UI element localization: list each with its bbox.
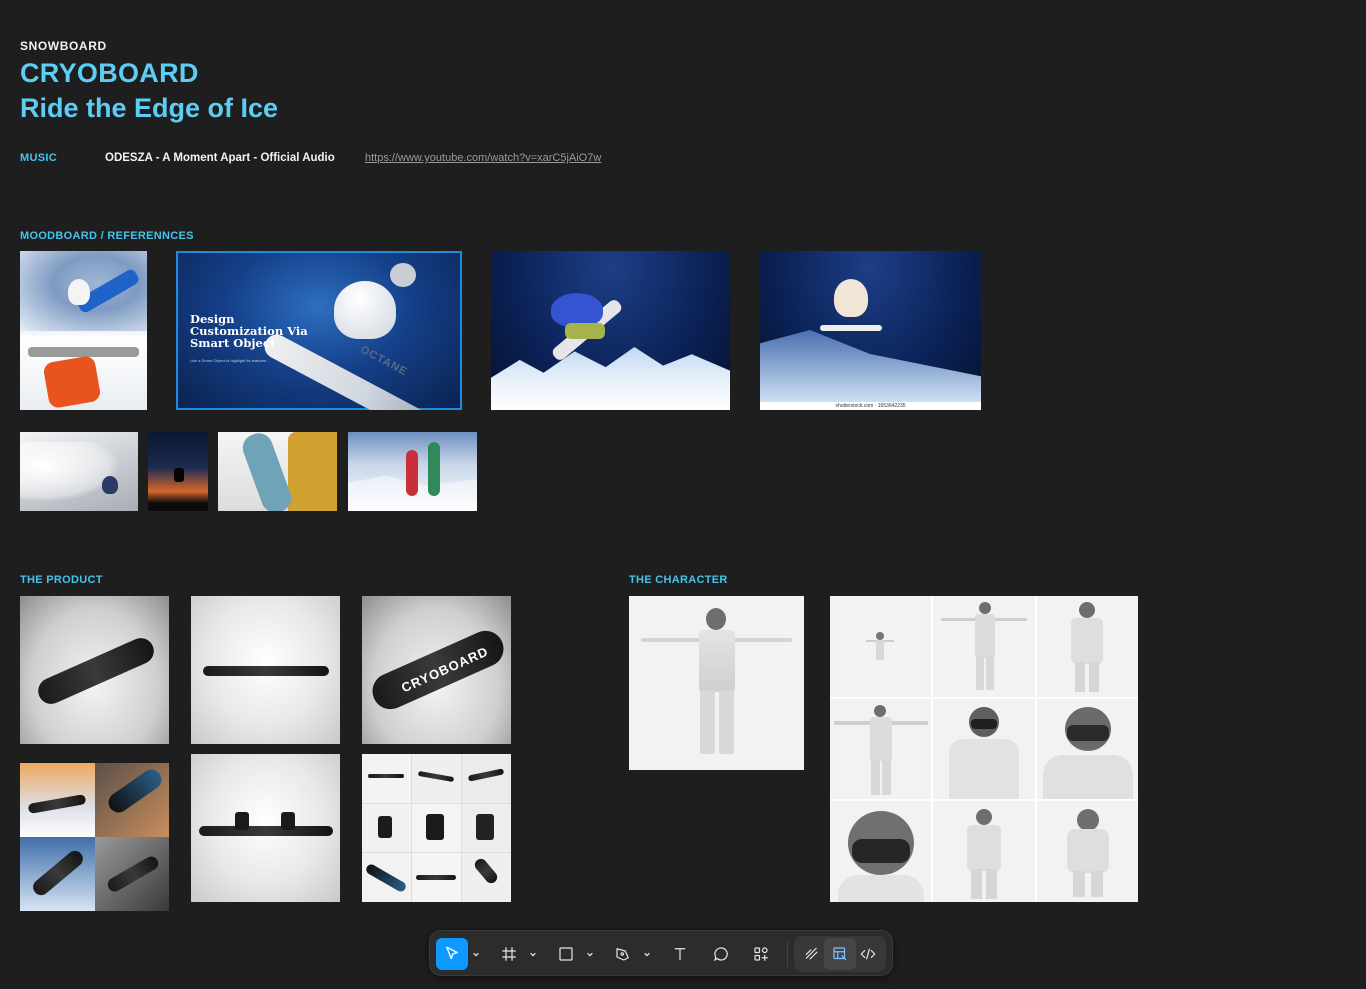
mood-image-2-selected[interactable]: OCTANE Design Customization Via Smart Ob… [176,251,462,410]
character-image-main[interactable] [629,596,804,770]
product-image-3[interactable]: CRYOBOARD [362,596,511,744]
character-image-grid[interactable] [830,596,1138,902]
character-view-6 [1036,698,1138,800]
pen-icon [616,948,629,961]
pen-tool-menu[interactable] [642,938,652,970]
chevron-down-icon [644,952,650,957]
move-tool-menu[interactable] [471,938,481,970]
character-view-1 [830,596,932,697]
character-view-8 [933,801,1035,902]
music-label: MUSIC [20,152,57,164]
comment-tool-button[interactable] [705,938,737,970]
character-view-3 [1036,596,1138,697]
product-image-2[interactable] [191,596,340,744]
product-image-4[interactable] [20,763,169,911]
character-view-2 [933,596,1035,697]
character-view-5 [933,698,1035,800]
comment-icon [714,947,728,962]
product-image-1[interactable] [20,596,169,744]
page-tagline: Ride the Edge of Ice [20,93,279,123]
pen-tool-button[interactable] [607,938,639,970]
frame-icon [502,947,516,961]
product-image-6[interactable] [362,754,511,902]
shape-tool-menu[interactable] [585,938,595,970]
mood-image-3[interactable] [491,251,730,410]
code-icon [860,948,876,960]
page-eyebrow: SNOWBOARD [20,39,107,53]
music-link[interactable]: https://www.youtube.com/watch?v=xarC5jAi… [365,152,601,164]
design-icon [833,947,847,961]
cursor-icon [446,946,458,960]
mood-caption-title: Design Customization Via Smart Object [190,312,308,350]
chevron-down-icon [473,952,479,957]
product-section-label: THE PRODUCT [20,574,103,586]
toolbar-divider [787,941,788,967]
mood-image-6[interactable] [148,432,208,511]
move-tool-button[interactable] [436,938,468,970]
character-view-7 [830,801,932,902]
frame-tool-button[interactable] [493,938,525,970]
character-section-label: THE CHARACTER [629,574,728,586]
character-view-4 [830,698,932,800]
shape-tool-button[interactable] [550,938,582,970]
chevron-down-icon [587,952,593,957]
frame-tool-menu[interactable] [528,938,538,970]
mood-caption-sub: Use a Smart Object to highlight its feat… [190,358,268,363]
actions-tool-button[interactable] [745,938,777,970]
music-track-title: ODESZA - A Moment Apart - Official Audio [105,152,335,164]
mood-image-7[interactable] [218,432,337,511]
draw-icon [805,947,818,960]
mood-image-4[interactable]: shutterstock.com · 1653642235 [760,251,981,410]
mood-image-1[interactable] [20,251,147,410]
text-tool-button[interactable] [664,938,696,970]
actions-icon [754,947,768,961]
rectangle-icon [559,947,573,961]
mood-board-print: OCTANE [358,343,410,379]
character-view-9 [1036,801,1138,902]
mood-watermark: shutterstock.com · 1653642235 [760,402,981,410]
mood-caption: Design Customization Via Smart Object Us… [190,313,310,367]
dev-mode-button[interactable] [852,938,884,970]
moodboard-section-label: MOODBOARD / REFERENNCES [20,230,194,242]
mood-image-8[interactable] [348,432,477,511]
page-title: CRYOBOARD [20,58,199,88]
bottom-toolbar [429,930,893,976]
product-image-5[interactable] [191,754,340,902]
mode-switcher [794,936,886,972]
text-icon [674,948,686,960]
mood-image-5[interactable] [20,432,138,511]
chevron-down-icon [530,952,536,957]
